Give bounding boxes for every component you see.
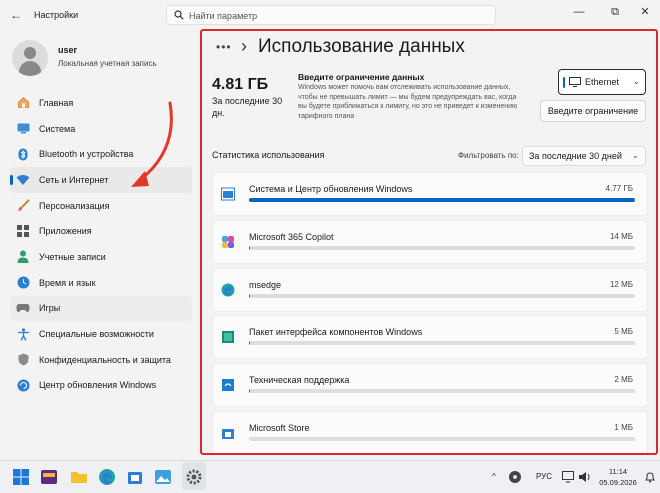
page-title: Использование данных (258, 36, 465, 57)
globe-clock-icon (16, 276, 30, 290)
taskbar: ^ РУС 11:14 05.09.2026 (0, 460, 660, 493)
user-name: user (58, 45, 78, 55)
clock-date: 05.09.2026 (599, 478, 637, 487)
account-type: Локальная учетная запись (58, 59, 157, 68)
user-card[interactable]: user Локальная учетная запись (12, 40, 192, 76)
filter-select[interactable]: За последние 30 дней ⌄ (522, 146, 646, 166)
sidebar-item-accounts[interactable]: Учетные записи (10, 244, 192, 270)
tray-app-icon[interactable] (508, 470, 522, 484)
accessibility-icon (16, 327, 30, 341)
taskbar-clock[interactable]: 11:14 05.09.2026 (596, 466, 640, 488)
volume-icon[interactable] (578, 471, 592, 483)
filter-select-value: За последние 30 дней (529, 151, 622, 161)
app-usage-row[interactable]: Система и Центр обновления Windows 4.77 … (212, 172, 648, 216)
windows-start-icon[interactable] (12, 468, 30, 486)
account-icon (16, 250, 30, 264)
app-title: Настройки (34, 10, 79, 20)
sidebar-item-privacy[interactable]: Конфиденциальность и защита (10, 347, 192, 373)
usage-total: 4.81 ГБ (212, 76, 269, 93)
settings-gear-icon[interactable] (185, 468, 203, 486)
file-explorer-icon[interactable] (70, 468, 88, 486)
input-language[interactable]: РУС (536, 472, 552, 481)
copilot-icon (222, 235, 234, 248)
app-usage-row[interactable]: Пакет интерфейса компонентов Windows 5 М… (212, 315, 648, 360)
chevron-down-icon: ⌄ (633, 77, 640, 86)
sidebar-nav: Главная Система Bluetooth и устройства С… (10, 90, 192, 398)
enter-limit-button[interactable]: Введите ограничение (540, 100, 646, 122)
bluetooth-icon (16, 147, 30, 161)
back-arrow-icon[interactable]: ← (10, 8, 24, 22)
filter-label: Фильтровать по: (458, 151, 519, 160)
wifi-icon (16, 173, 30, 187)
store-icon (222, 428, 234, 439)
sidebar-item-system[interactable]: Система (10, 116, 192, 142)
limit-description: Windows может помочь вам отслеживать исп… (298, 84, 518, 120)
app-usage-row[interactable]: Microsoft 365 Copilot 14 МБ (212, 219, 648, 264)
edge-icon (221, 283, 235, 297)
home-icon (16, 96, 30, 110)
usage-bar (249, 293, 635, 298)
apps-icon (16, 224, 30, 238)
system-icon (16, 122, 30, 136)
usage-bar (249, 245, 635, 250)
sidebar-item-windows-update[interactable]: Центр обновления Windows (10, 373, 192, 399)
network-select-value: Ethernet (585, 77, 620, 87)
app-usage-row[interactable]: Microsoft Store 1 МБ (212, 410, 648, 455)
usage-bar (249, 198, 635, 202)
chevron-down-icon: ⌄ (632, 151, 639, 160)
sidebar-item-bluetooth[interactable]: Bluetooth и устройства (10, 141, 192, 167)
network-tray-icon[interactable] (562, 471, 576, 483)
windows-system-icon (221, 187, 235, 201)
usage-stats-title: Статистика использования (212, 150, 325, 160)
search-input[interactable] (189, 8, 489, 23)
main-content: ••• › Использование данных 4.81 ГБ За по… (200, 30, 660, 455)
search-box[interactable] (166, 5, 496, 25)
usage-bar (249, 341, 635, 346)
clock-time: 11:14 (608, 467, 628, 476)
usage-bar (249, 436, 635, 441)
edge-icon[interactable] (98, 468, 116, 486)
gamepad-icon (16, 301, 30, 315)
sidebar-item-gaming[interactable]: Игры (10, 295, 192, 322)
sidebar-item-apps[interactable]: Приложения (10, 218, 192, 244)
network-select[interactable]: Ethernet ⌄ (558, 69, 646, 95)
app-usage-row[interactable]: Техническая поддержка 2 МБ (212, 363, 648, 408)
photos-icon[interactable] (154, 468, 172, 486)
sidebar-item-time-language[interactable]: Время и язык (10, 270, 192, 296)
close-button[interactable]: ✕ (636, 4, 654, 20)
brush-icon (16, 199, 30, 213)
package-icon (222, 331, 234, 344)
sidebar-item-personalization[interactable]: Персонализация (10, 193, 192, 219)
store-icon[interactable] (126, 468, 144, 486)
tray-chevron-icon[interactable]: ^ (492, 472, 496, 481)
sidebar-item-home[interactable]: Главная (10, 90, 192, 116)
update-icon (16, 378, 30, 392)
sidebar-item-accessibility[interactable]: Специальные возможности (10, 321, 192, 347)
usage-bar (249, 389, 635, 394)
search-icon (174, 10, 184, 20)
breadcrumb-separator: › (241, 36, 247, 56)
avatar (12, 40, 48, 76)
notification-bell-icon[interactable] (644, 471, 656, 483)
title-bar: ← Настройки — ⧉ ✕ (0, 0, 660, 30)
usage-period: За последние 30 дн. (212, 96, 283, 118)
monitor-icon (569, 77, 581, 87)
app-usage-list: Система и Центр обновления Windows 4.77 … (212, 172, 648, 459)
minimize-button[interactable]: — (570, 4, 588, 20)
app-usage-row[interactable]: msedge 12 МБ (212, 267, 648, 312)
sidebar-item-network[interactable]: Сеть и Интернет (10, 167, 192, 193)
news-app-icon[interactable] (40, 468, 58, 486)
support-icon (222, 379, 234, 392)
breadcrumb-more-button[interactable]: ••• (216, 40, 232, 54)
maximize-button[interactable]: ⧉ (606, 4, 624, 20)
limit-title: Введите ограничение данных (298, 72, 425, 82)
shield-icon (16, 353, 30, 367)
